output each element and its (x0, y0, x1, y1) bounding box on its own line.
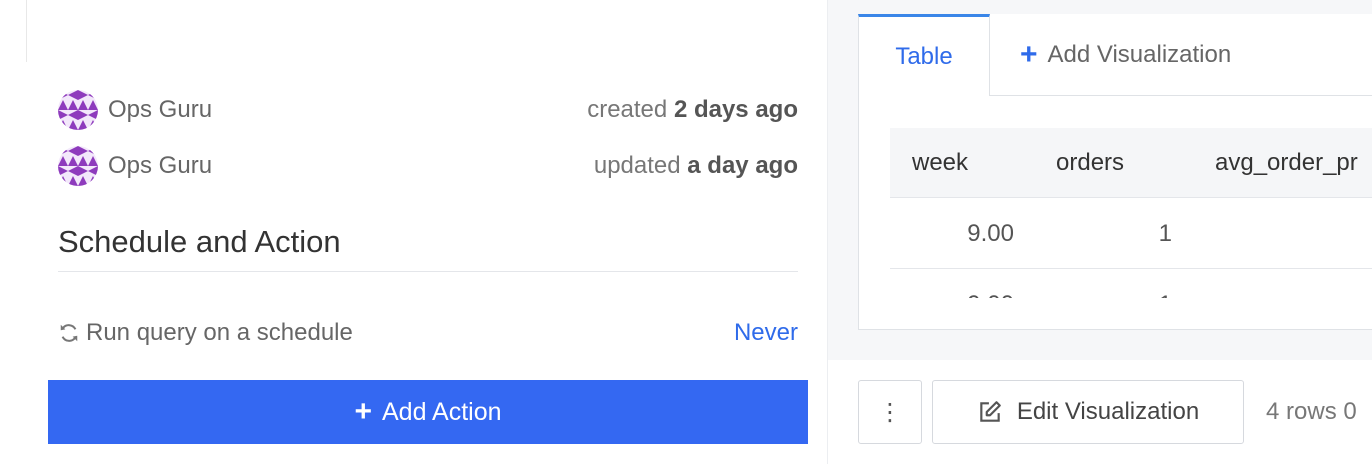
avatar (58, 90, 98, 130)
panel-edge-divider (26, 0, 27, 62)
updated-by-user: Ops Guru (108, 152, 213, 179)
tab-add-visualization-label: Add Visualization (1047, 40, 1232, 68)
created-by-row: Ops Guru created 2 days ago (58, 90, 798, 130)
tab-table-label: Table (895, 42, 953, 70)
add-action-label: Add Action (382, 397, 502, 426)
edit-visualization-button[interactable]: Edit Visualization (932, 380, 1244, 444)
rows-count-suffix: 0 (1343, 398, 1357, 425)
add-action-button[interactable]: + Add Action (48, 380, 808, 444)
table-cell: 9.00 (967, 220, 1014, 247)
table-row: 9.00 1 (890, 270, 1372, 298)
query-details-panel: Ops Guru created 2 days ago Ops Guru upd… (0, 0, 828, 464)
avatar (58, 146, 98, 186)
created-prefix: created (587, 96, 668, 123)
tab-table[interactable]: Table (858, 14, 990, 96)
created-meta: created 2 days ago (587, 96, 798, 124)
results-table: week orders avg_order_pr 9.00 1 9.00 1 (890, 128, 1372, 298)
tab-add-visualization[interactable]: + Add Visualization (990, 14, 1372, 96)
plus-icon: + (1020, 37, 1038, 71)
created-time: 2 days ago (673, 96, 798, 123)
created-by-user: Ops Guru (108, 96, 213, 123)
section-divider (58, 271, 798, 272)
visualization-tabs: Table + Add Visualization (858, 14, 1372, 96)
plus-icon: + (354, 395, 372, 428)
schedule-label: Run query on a schedule (86, 319, 353, 346)
table-header: week orders avg_order_pr (890, 128, 1372, 198)
edit-icon (980, 401, 1001, 422)
rows-count: 4 rows 0 (1266, 380, 1357, 444)
updated-prefix: updated (593, 152, 681, 179)
table-cell: 1 (1158, 220, 1172, 247)
updated-meta: updated a day ago (594, 152, 798, 180)
table-cell: 1 (1014, 270, 1172, 298)
column-header-avg-order-price[interactable]: avg_order_pr (1215, 128, 1358, 198)
column-header-week[interactable]: week (912, 128, 968, 198)
table-row: 9.00 1 (890, 199, 1372, 269)
refresh-icon (60, 324, 78, 342)
kebab-icon: ⋮ (878, 398, 902, 426)
column-header-orders[interactable]: orders (1056, 128, 1124, 198)
edit-visualization-label: Edit Visualization (1016, 398, 1200, 425)
more-options-button[interactable]: ⋮ (858, 380, 922, 444)
table-cell: 9.00 (890, 270, 1014, 298)
updated-time: a day ago (687, 152, 798, 179)
schedule-row: Run query on a schedule Never (58, 314, 798, 352)
schedule-never-link[interactable]: Never (734, 319, 798, 347)
rows-count-label: 4 rows (1266, 398, 1337, 425)
schedule-section-title: Schedule and Action (58, 224, 341, 259)
updated-by-row: Ops Guru updated a day ago (58, 146, 798, 186)
